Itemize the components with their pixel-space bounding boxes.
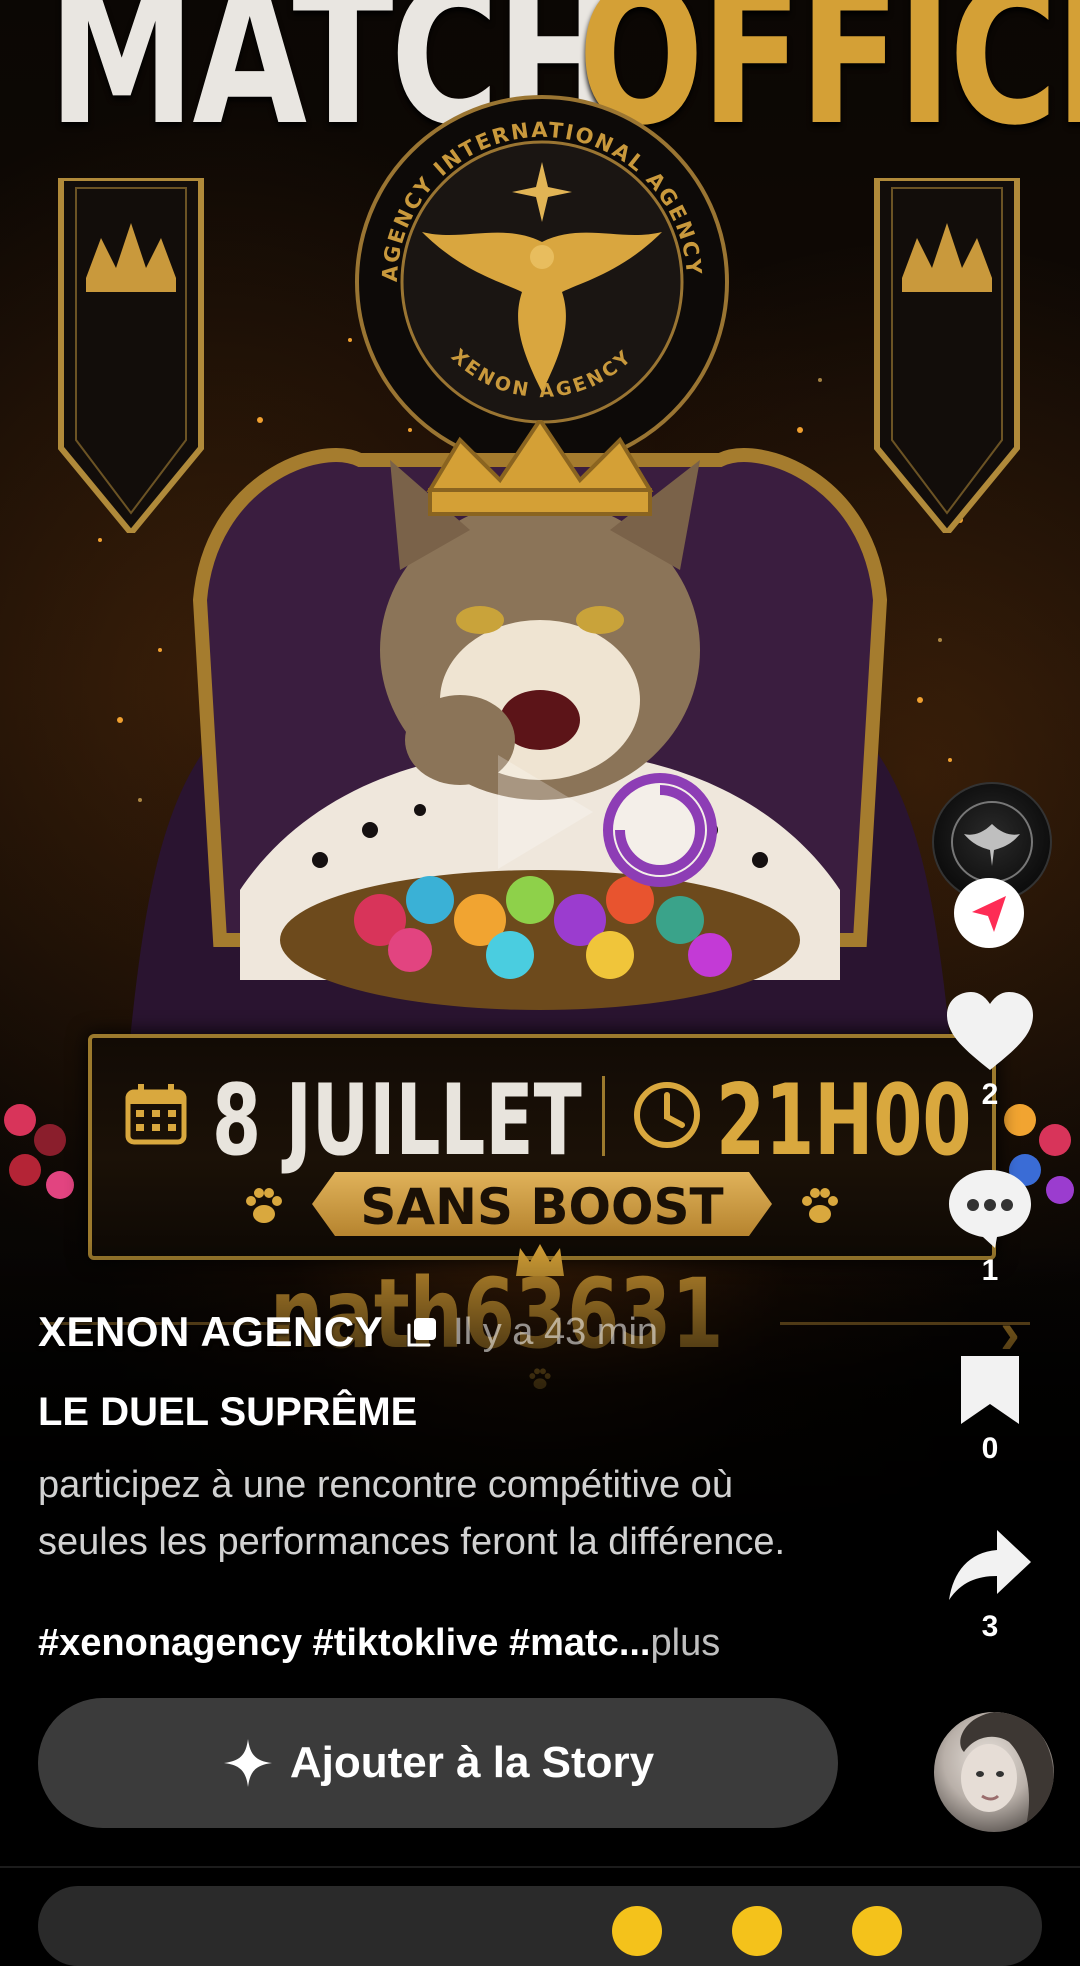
event-date-plate: 8 JUILLET 21H00 SANS BOOST (88, 1034, 996, 1260)
cat-king-illustration (60, 416, 1020, 1040)
bookmark-icon (961, 1356, 1019, 1424)
add-to-story-button[interactable]: Ajouter à la Story (38, 1698, 838, 1828)
comment-icon (949, 1170, 1031, 1248)
like-count: 2 (981, 1078, 999, 1111)
paw-icon (242, 1184, 286, 1228)
event-date: 8 JUILLET (212, 1064, 582, 1178)
share-arrow-icon (949, 1530, 1031, 1600)
hashtags-text[interactable]: #xenonagency #tiktoklive #matc... (38, 1622, 651, 1664)
share-button[interactable]: 3 (940, 1526, 1040, 1644)
comment-button[interactable]: 1 (940, 1166, 1040, 1288)
bookmark-button[interactable]: 0 (940, 1352, 1040, 1466)
no-boost-label: SANS BOOST (360, 1178, 724, 1236)
more-link[interactable]: plus (651, 1622, 721, 1664)
post-time: Il y a 43 min (453, 1310, 659, 1353)
post-hashtags[interactable]: #xenonagency #tiktoklive #matc...plus (38, 1622, 720, 1665)
no-boost-banner: SANS BOOST (312, 1172, 772, 1236)
date-time-divider (602, 1076, 605, 1156)
bookmark-count: 0 (981, 1432, 999, 1465)
footer-divider (0, 1866, 1080, 1868)
play-icon[interactable] (468, 740, 612, 884)
event-time: 21H00 (716, 1064, 972, 1178)
sparkle-icon (223, 1739, 272, 1787)
paw-icon (798, 1184, 842, 1228)
share-count: 3 (981, 1610, 999, 1643)
like-button[interactable]: 2 (940, 990, 1040, 1112)
heart-icon (947, 992, 1033, 1070)
user-avatar[interactable] (934, 1712, 1054, 1832)
calendar-icon (125, 1084, 187, 1145)
candy-left (4, 1104, 74, 1199)
comment-count: 1 (981, 1254, 999, 1287)
send-icon[interactable] (954, 878, 1024, 948)
emoji-icon[interactable] (852, 1906, 902, 1956)
post-title: LE DUEL SUPRÊME (38, 1390, 418, 1434)
author-row: XENON AGENCY Il y a 43 min (38, 1302, 658, 1362)
add-to-story-label: Ajouter à la Story (289, 1738, 655, 1787)
author-name[interactable]: XENON AGENCY (38, 1308, 383, 1356)
emoji-icon[interactable] (612, 1906, 662, 1956)
post-description: participez à une rencontre compétitive o… (38, 1464, 786, 1563)
emoji-icon[interactable] (732, 1906, 782, 1956)
xenon-agency-emblem: XENON AGENCY INTERNATIONAL AGENCY TIKTOK… (342, 73, 732, 472)
clock-icon (634, 1082, 700, 1148)
collection-icon (407, 1318, 437, 1347)
